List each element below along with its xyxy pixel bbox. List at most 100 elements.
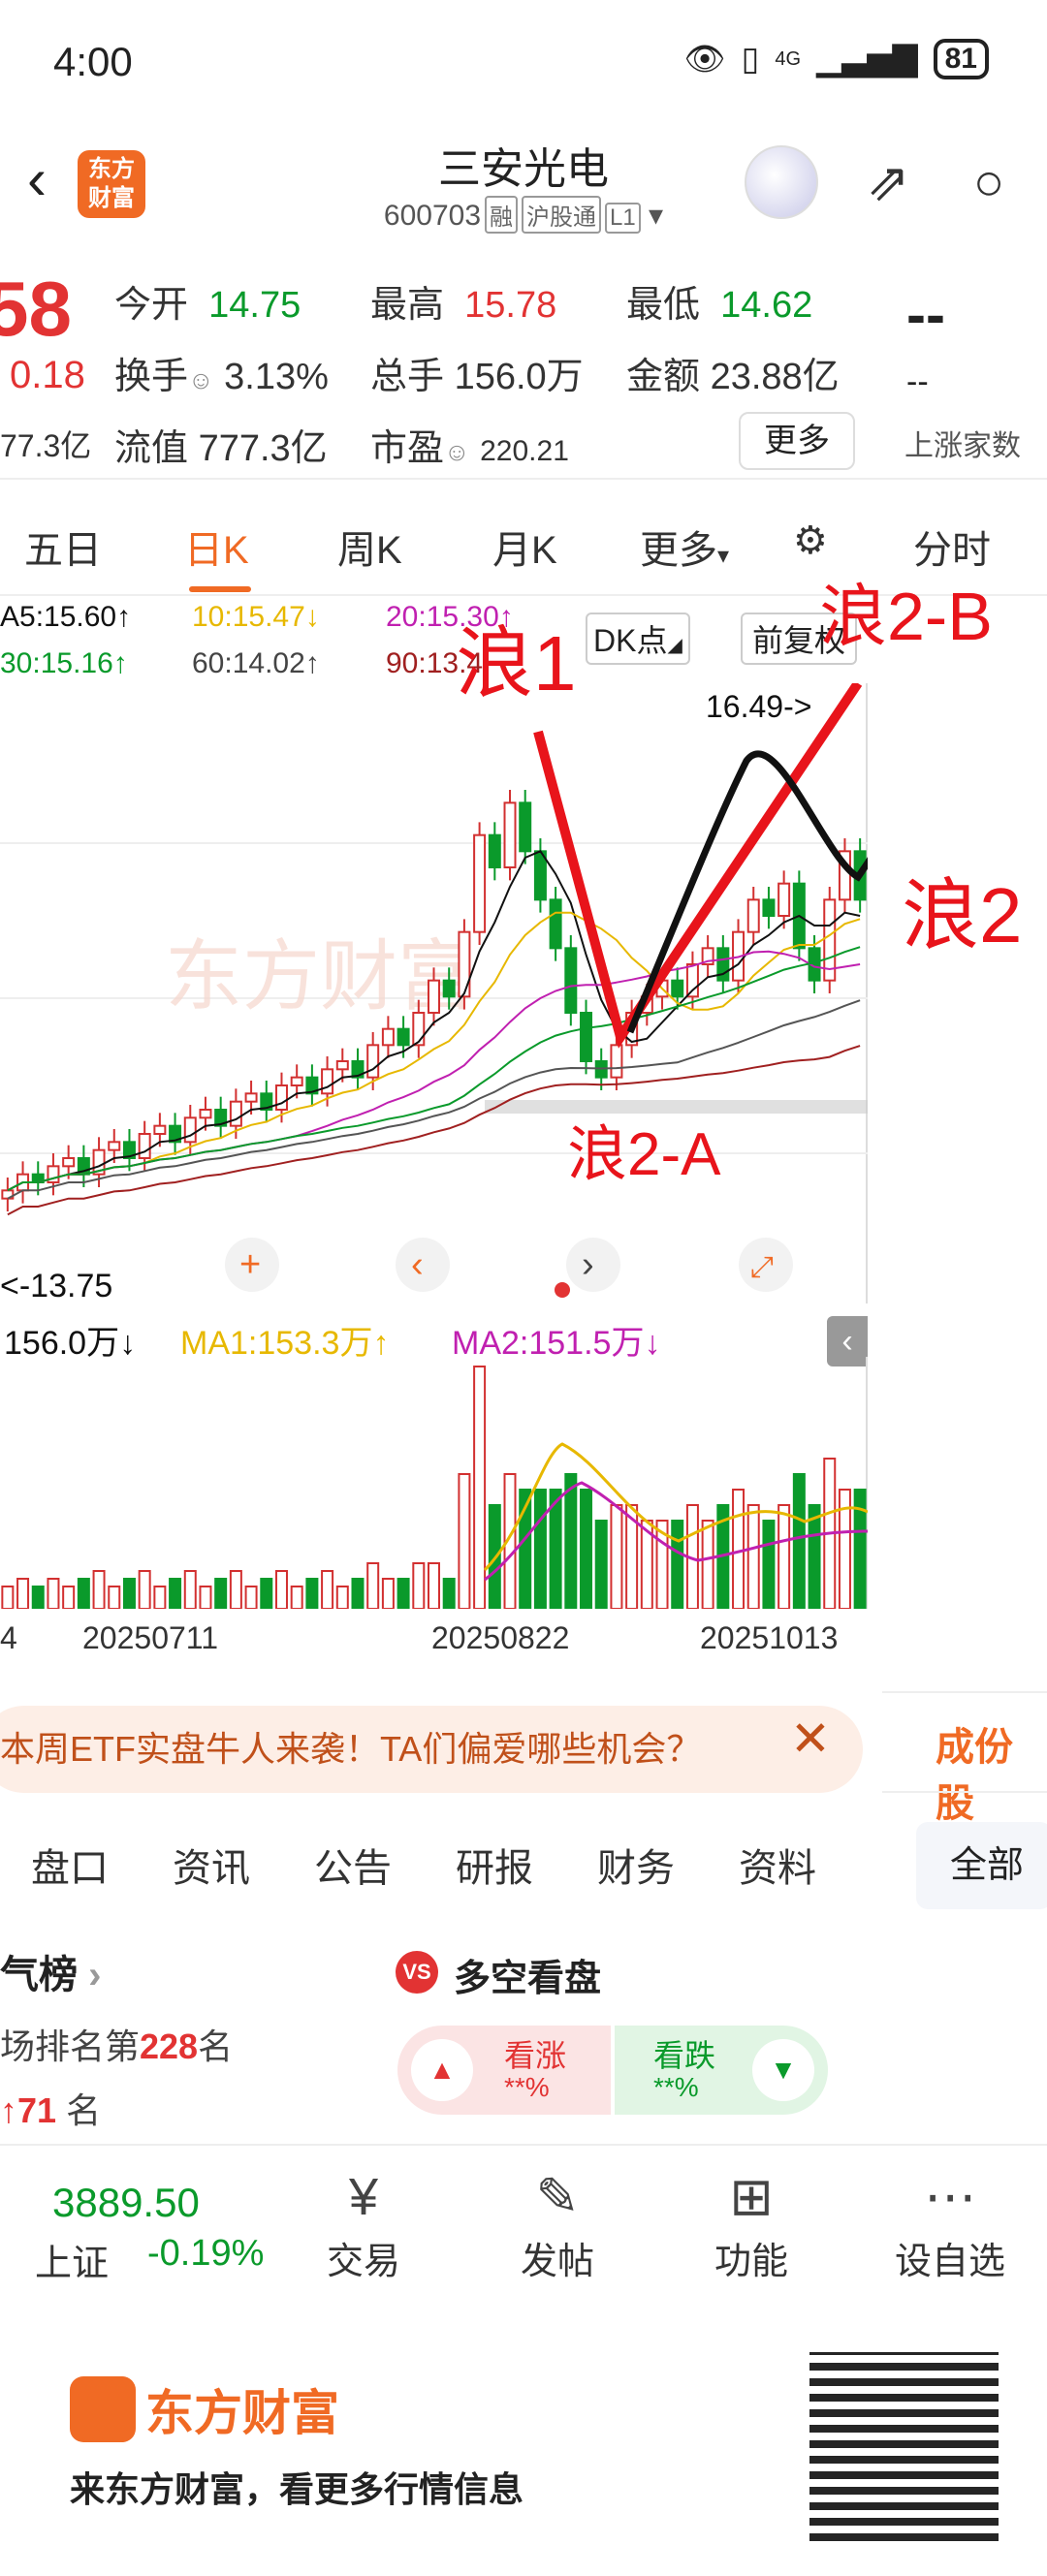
brand-logo-icon — [70, 2376, 136, 2442]
candle-body — [244, 1092, 258, 1103]
header-actions: ⇗ ○ — [745, 145, 1020, 219]
bullish-button[interactable]: ▲ 看涨 **% — [397, 2026, 611, 2115]
status-time: 4:00 — [53, 39, 133, 84]
nav-functions-label: 功能 — [714, 2242, 788, 2282]
volume-bar — [92, 1570, 106, 1610]
share-icon[interactable]: ⇗ — [857, 151, 919, 213]
popularity-card[interactable]: 气榜 › 场排名第228名 ↑71 名 — [0, 1943, 233, 2133]
index-value[interactable]: 3889.50 — [52, 2180, 200, 2226]
tag-connect: 沪股通 — [522, 196, 601, 234]
volume-bar — [321, 1570, 334, 1610]
annotation-wave2b: 浪2-B — [819, 579, 993, 654]
vs-icon: VS — [396, 1951, 438, 1994]
tab-finance[interactable]: 财务 — [597, 1837, 675, 1893]
vibrate-icon: ▯ — [741, 41, 760, 78]
tab-news[interactable]: 资讯 — [173, 1837, 250, 1893]
nav-trade[interactable]: ¥ 交易 — [286, 2163, 441, 2284]
candle-body — [290, 1076, 303, 1086]
popularity-up: ↑71 名 — [0, 2083, 233, 2133]
ma30-legend: 30:15.16↑ — [0, 647, 128, 679]
candle-body — [183, 1116, 197, 1144]
search-icon[interactable]: ○ — [958, 151, 1020, 213]
gear-icon[interactable]: ⚙ — [793, 518, 828, 563]
chart-controls: + ‹ › ⤢ — [225, 1238, 793, 1298]
index-change[interactable]: -0.19% — [147, 2233, 264, 2275]
add-icon[interactable]: + — [239, 1244, 261, 1285]
tab-profile[interactable]: 资料 — [739, 1837, 816, 1893]
filter-all-button[interactable]: 全部 — [916, 1822, 1047, 1909]
tab-weekly[interactable]: 周K — [337, 518, 402, 575]
expand-icon[interactable]: ⤢ — [750, 1251, 774, 1283]
open-label: 今开 — [114, 285, 189, 326]
rank-value: 228 — [140, 2026, 199, 2066]
share-footer: 东方财富 来东方财富，看更多行情信息 — [0, 2318, 1047, 2576]
candle-body — [580, 1012, 593, 1062]
triangle-up-icon: ▲ — [411, 2039, 473, 2101]
more-button[interactable]: 更多 — [739, 412, 855, 470]
candle-body — [153, 1124, 167, 1135]
dk-label: DK点 — [593, 623, 668, 658]
network-label: 4G — [775, 47, 802, 70]
assistant-avatar-icon[interactable] — [745, 145, 818, 219]
candle-body — [138, 1133, 151, 1159]
volume-bar — [381, 1578, 395, 1610]
volume-bar — [335, 1586, 349, 1610]
quote-pe: 市盈☺ 220.21 — [370, 418, 569, 471]
footer-slogan: 来东方财富，看更多行情信息 — [70, 2469, 524, 2509]
candle-body — [685, 963, 699, 998]
chevron-right-icon[interactable]: › — [582, 1244, 594, 1285]
candle-body — [321, 1068, 334, 1095]
tab-handicap[interactable]: 盘口 — [31, 1837, 109, 1893]
bearish-button[interactable]: 看跌 **% ▼ — [615, 2026, 828, 2115]
tab-announcements[interactable]: 公告 — [314, 1837, 392, 1893]
volume-bar — [108, 1586, 121, 1610]
turnover-value: 3.13% — [224, 357, 329, 397]
info-icon[interactable]: ☺ — [188, 365, 214, 394]
tab-more[interactable]: 更多▾ — [640, 518, 729, 575]
nav-functions[interactable]: ⊞ 功能 — [674, 2163, 829, 2284]
volume-value: 156.0万 — [454, 357, 584, 397]
volume-bar — [732, 1489, 746, 1610]
candle-body — [458, 930, 471, 998]
volume-chart[interactable] — [0, 1357, 869, 1610]
low-value: 14.62 — [720, 285, 813, 326]
nav-post[interactable]: ✎ 发帖 — [480, 2163, 635, 2284]
high-value: 15.78 — [464, 285, 557, 326]
candle-body — [412, 1012, 426, 1047]
tab-monthly[interactable]: 月K — [492, 518, 557, 575]
quote-open: 今开 14.75 — [114, 274, 301, 328]
chevron-right-icon: › — [88, 1954, 102, 1996]
volume-bar — [305, 1578, 319, 1610]
candle-body — [442, 979, 456, 998]
tag-margin: 融 — [485, 196, 518, 234]
float-cap-value: 777.3亿 — [198, 428, 328, 469]
tab-daily[interactable]: 日K — [184, 518, 249, 575]
close-icon[interactable]: ✕ — [790, 1711, 831, 1767]
open-value: 14.75 — [208, 285, 301, 326]
volume-bar — [412, 1562, 426, 1610]
info-icon[interactable]: ☺ — [444, 437, 470, 466]
tab-constituents[interactable]: 成份股 — [936, 1715, 1047, 1828]
volume-bar — [442, 1578, 456, 1610]
volume-bar — [77, 1578, 90, 1610]
candle-body — [381, 1027, 395, 1047]
side-divider-bottom — [882, 1791, 1047, 1793]
promo-banner[interactable]: 本周ETF实盘牛人来袭！TA们偏爱哪些机会？ — [0, 1706, 863, 1793]
tab-research[interactable]: 研报 — [456, 1837, 533, 1893]
chevron-left-icon[interactable]: ‹ — [411, 1244, 424, 1285]
volume-bar — [564, 1473, 578, 1610]
nav-add-watchlist[interactable]: ⋯ 设自选 — [872, 2163, 1028, 2284]
placeholder-dashes: -- — [906, 282, 945, 347]
candle-body — [473, 833, 487, 933]
ma-line — [7, 999, 861, 1200]
tag-level: L1 — [605, 203, 641, 234]
index-name[interactable]: 上证 — [35, 2233, 109, 2286]
tab-5day[interactable]: 五日 — [24, 518, 102, 575]
candle-body — [274, 1084, 288, 1111]
dk-point-select[interactable]: DK点◢ — [586, 613, 690, 665]
x-label-3: 20251013 — [700, 1620, 839, 1655]
quote-float-cap: 流值 777.3亿 — [114, 418, 328, 471]
kline-chart[interactable]: 东方财富 16.49-> <-13.75 + ‹ › ⤢ — [0, 680, 983, 1304]
duokong-title: 多空看盘 — [454, 1959, 602, 1999]
chevron-down-icon[interactable]: ▾ — [649, 200, 663, 232]
